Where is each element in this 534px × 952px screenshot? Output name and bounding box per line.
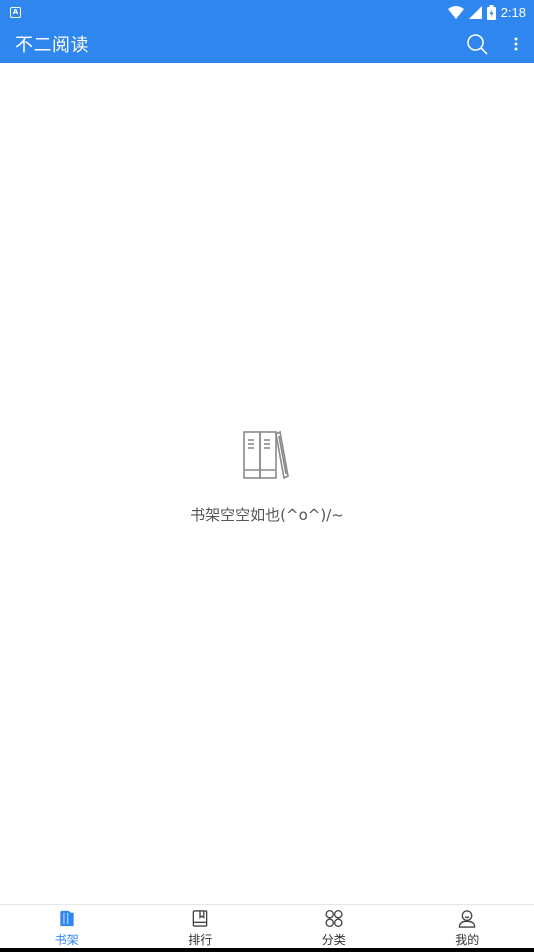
status-time: 2:18 xyxy=(500,4,526,20)
appbar-actions xyxy=(466,33,518,55)
search-button[interactable] xyxy=(466,33,488,55)
bookshelf-tab-icon xyxy=(60,910,74,927)
app-title: 不二阅读 xyxy=(15,34,89,56)
more-options-button[interactable] xyxy=(514,36,518,52)
wifi-icon xyxy=(447,5,464,19)
bottom-tab-bar: 书架 排行 分类 我的 xyxy=(0,904,534,948)
battery-charging-icon xyxy=(486,4,496,20)
tab-category[interactable]: 分类 xyxy=(267,905,401,948)
tab-bookshelf[interactable]: 书架 xyxy=(0,905,134,948)
signal-icon xyxy=(468,5,482,19)
bookshelf-content: 书架空空如也(^o^)/~ xyxy=(0,63,534,904)
category-icon xyxy=(325,909,343,928)
tab-label: 我的 xyxy=(455,933,480,947)
status-right: 2:18 xyxy=(447,4,526,20)
tab-ranking[interactable]: 排行 xyxy=(134,905,268,948)
status-bar: A 2:18 xyxy=(0,0,534,24)
book-rank-icon xyxy=(192,910,208,927)
search-icon xyxy=(467,33,488,54)
tab-profile[interactable]: 我的 xyxy=(401,905,534,948)
tab-label: 书架 xyxy=(54,933,79,947)
profile-icon xyxy=(458,910,476,928)
app-bar: 不二阅读 xyxy=(0,24,534,63)
notification-a-icon: A xyxy=(10,6,21,18)
tab-label: 排行 xyxy=(188,933,213,947)
status-left: A xyxy=(10,6,21,18)
more-vert-icon xyxy=(514,37,518,50)
empty-state: 书架空空如也(^o^)/~ xyxy=(0,428,534,525)
system-nav-strip xyxy=(0,948,534,952)
tab-label: 分类 xyxy=(321,933,346,947)
bookshelf-icon xyxy=(243,430,289,480)
empty-message: 书架空空如也(^o^)/~ xyxy=(190,506,344,524)
